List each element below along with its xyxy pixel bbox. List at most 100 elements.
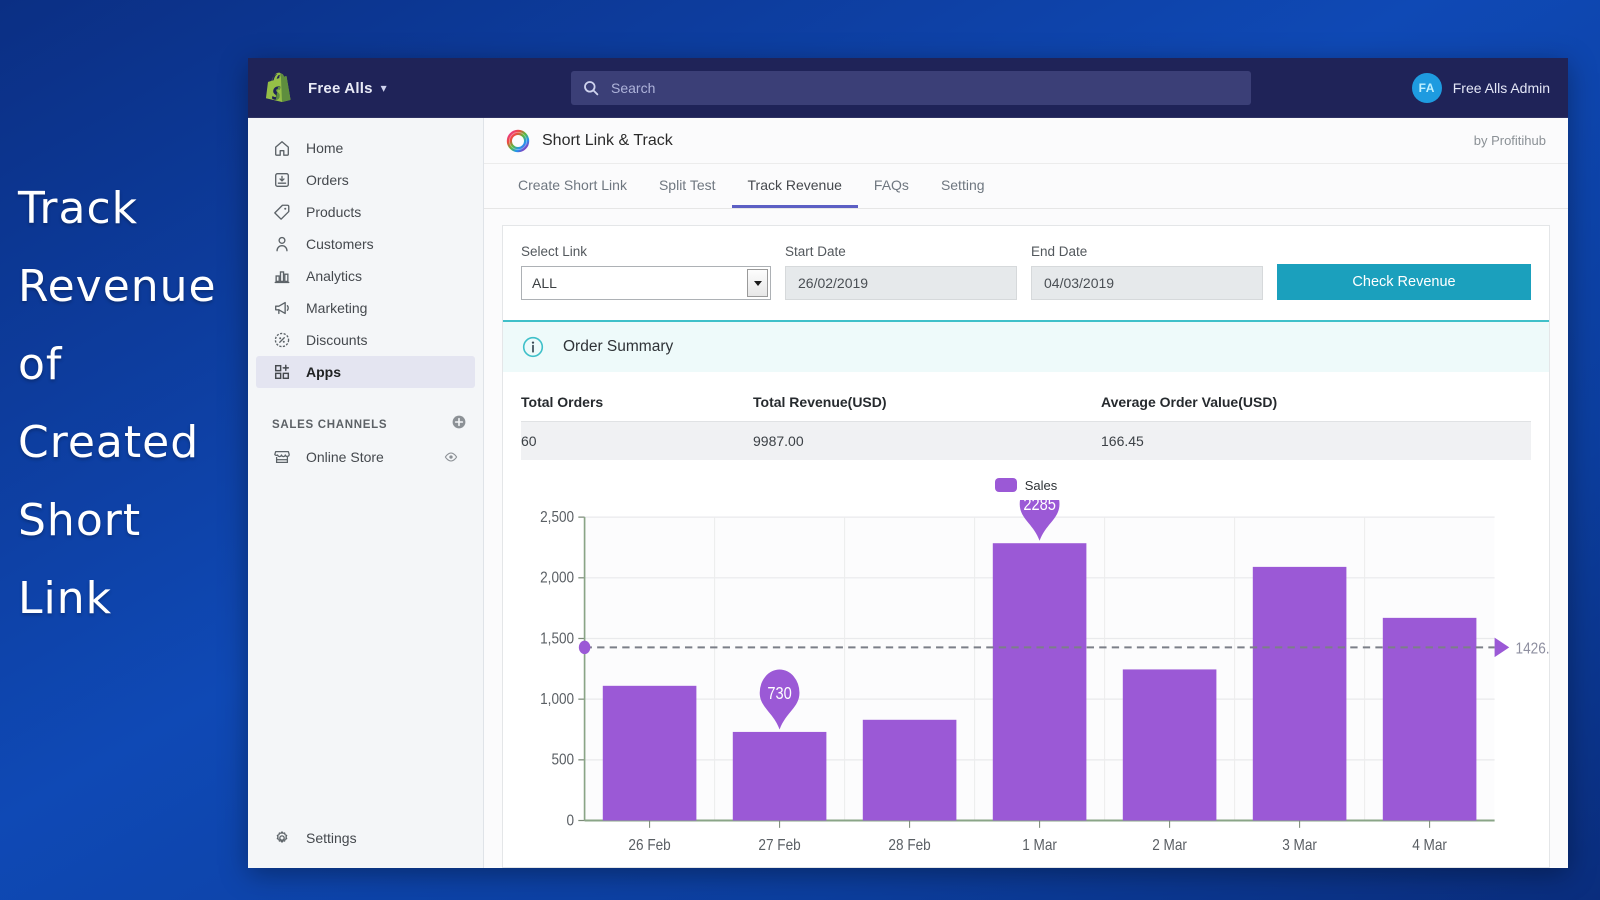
chart-legend: Sales bbox=[503, 470, 1549, 500]
search-input[interactable] bbox=[611, 80, 1239, 96]
end-date-field: End Date bbox=[1031, 244, 1263, 300]
table-cell-total-orders: 60 bbox=[521, 433, 537, 449]
end-date-input[interactable] bbox=[1031, 266, 1263, 300]
tab-split-test[interactable]: Split Test bbox=[643, 164, 732, 208]
sidebar-item-label: Apps bbox=[306, 364, 341, 380]
app-header: Short Link & Track by Profitihub bbox=[484, 118, 1568, 164]
app-window: Free Alls ▾ FA Free Alls Admin Home bbox=[248, 58, 1568, 868]
sidebar-item-marketing[interactable]: Marketing bbox=[256, 292, 475, 324]
store-name[interactable]: Free Alls bbox=[308, 80, 373, 97]
home-icon bbox=[272, 138, 292, 158]
main-content: Short Link & Track by Profitihub Create … bbox=[484, 118, 1568, 868]
table-header-row: Total Orders Total Revenue(USD) Average … bbox=[521, 386, 1531, 422]
search-icon bbox=[583, 80, 601, 96]
column-header: Average Order Value(USD) bbox=[1101, 394, 1278, 410]
promo-line: Short bbox=[18, 495, 142, 546]
svg-text:1,000: 1,000 bbox=[540, 691, 574, 708]
sidebar-item-label: Online Store bbox=[306, 449, 384, 465]
content-area: Select Link ALL Start Date 26/02/2019 En… bbox=[484, 209, 1568, 868]
tab-setting[interactable]: Setting bbox=[925, 164, 1001, 208]
order-summary-title: Order Summary bbox=[563, 338, 674, 355]
sidebar-item-apps[interactable]: Apps bbox=[256, 356, 475, 388]
window-body: Home Orders Products Customers Analytics… bbox=[248, 118, 1568, 868]
order-summary-banner: Order Summary bbox=[503, 320, 1549, 372]
promo-line: Link bbox=[18, 573, 113, 624]
track-revenue-card: Select Link ALL Start Date 26/02/2019 En… bbox=[502, 225, 1550, 868]
discount-icon bbox=[272, 330, 292, 350]
promo-panel: Track Revenue of Created Short Link bbox=[0, 0, 248, 900]
preview-eye-icon[interactable] bbox=[443, 449, 459, 465]
sidebar-item-label: Settings bbox=[306, 830, 357, 846]
sidebar-item-settings[interactable]: Settings bbox=[256, 822, 475, 854]
select-link-dropdown[interactable]: ALL bbox=[521, 266, 771, 300]
user-menu[interactable]: FA Free Alls Admin bbox=[1411, 73, 1550, 103]
table-cell-total-revenue: 9987.00 bbox=[753, 433, 804, 449]
tab-track-revenue[interactable]: Track Revenue bbox=[731, 164, 858, 208]
summary-table: Total Orders Total Revenue(USD) Average … bbox=[521, 386, 1531, 460]
tab-bar: Create Short Link Split Test Track Reven… bbox=[484, 164, 1568, 209]
check-revenue-button[interactable]: Check Revenue bbox=[1277, 264, 1531, 300]
select-link-label: Select Link bbox=[521, 244, 588, 259]
sidebar-item-discounts[interactable]: Discounts bbox=[256, 324, 475, 356]
sidebar-item-label: Marketing bbox=[306, 300, 368, 316]
svg-text:500: 500 bbox=[551, 752, 574, 769]
sidebar-item-products[interactable]: Products bbox=[256, 196, 475, 228]
shopify-logo-icon bbox=[266, 72, 296, 104]
svg-text:2,500: 2,500 bbox=[540, 509, 574, 526]
table-row: 60 9987.00 166.45 bbox=[521, 422, 1531, 460]
sidebar-item-label: Orders bbox=[306, 172, 349, 188]
svg-text:27 Feb: 27 Feb bbox=[758, 837, 800, 854]
customer-icon bbox=[272, 234, 292, 254]
user-name: Free Alls Admin bbox=[1452, 80, 1550, 96]
megaphone-icon bbox=[272, 298, 292, 318]
column-header: Total Revenue(USD) bbox=[753, 394, 887, 410]
page-title: Short Link & Track bbox=[542, 131, 673, 149]
svg-text:3 Mar: 3 Mar bbox=[1282, 837, 1317, 854]
svg-text:730: 730 bbox=[767, 685, 792, 703]
svg-text:0: 0 bbox=[567, 813, 575, 830]
sidebar-item-orders[interactable]: Orders bbox=[256, 164, 475, 196]
legend-swatch-sales bbox=[994, 478, 1017, 492]
sidebar-item-label: Products bbox=[306, 204, 362, 220]
sidebar-item-home[interactable]: Home bbox=[256, 132, 475, 164]
svg-text:2285: 2285 bbox=[1023, 500, 1056, 514]
sidebar-item-online-store[interactable]: Online Store bbox=[256, 441, 475, 473]
start-date-label: Start Date bbox=[785, 244, 846, 259]
tab-faqs[interactable]: FAQs bbox=[858, 164, 925, 208]
sidebar-item-label: Customers bbox=[306, 236, 374, 252]
top-bar: Free Alls ▾ FA Free Alls Admin bbox=[248, 58, 1568, 118]
svg-text:26 Feb: 26 Feb bbox=[628, 837, 670, 854]
orders-icon bbox=[272, 170, 292, 190]
filter-row: Select Link ALL Start Date 26/02/2019 En… bbox=[503, 226, 1549, 320]
tab-create-short-link[interactable]: Create Short Link bbox=[502, 164, 643, 208]
sidebar-item-analytics[interactable]: Analytics bbox=[256, 260, 475, 292]
store-icon bbox=[272, 447, 292, 467]
apps-icon bbox=[272, 362, 292, 382]
chart-plot-area: 0 500 1,000 1,500 2,000 2,500 26 Feb 27 Feb 28 F… bbox=[503, 500, 1549, 867]
promo-line: Revenue bbox=[18, 261, 217, 312]
svg-text:28 Feb: 28 Feb bbox=[888, 837, 930, 854]
svg-text:4 Mar: 4 Mar bbox=[1412, 837, 1447, 854]
bar-chart-icon bbox=[272, 266, 292, 286]
sidebar-item-label: Discounts bbox=[306, 332, 368, 348]
add-channel-icon[interactable] bbox=[451, 414, 467, 435]
sidebar-item-label: Analytics bbox=[306, 268, 363, 284]
promo-line: Created bbox=[18, 417, 200, 468]
avatar[interactable]: FA bbox=[1411, 73, 1442, 103]
start-date-field: Start Date bbox=[785, 244, 1017, 300]
chevron-down-icon[interactable]: ▾ bbox=[381, 82, 387, 94]
svg-text:1 Mar: 1 Mar bbox=[1022, 837, 1057, 854]
app-vendor-label: by Profitihub bbox=[1473, 133, 1546, 148]
svg-text:1426.71: 1426.71 bbox=[1516, 641, 1549, 658]
start-date-input[interactable] bbox=[785, 266, 1017, 300]
search-bar[interactable] bbox=[571, 71, 1251, 105]
svg-text:2,000: 2,000 bbox=[540, 570, 574, 587]
end-date-label: End Date bbox=[1031, 244, 1088, 259]
select-link-field: Select Link ALL bbox=[521, 244, 771, 300]
sidebar-item-customers[interactable]: Customers bbox=[256, 228, 475, 260]
column-header: Total Orders bbox=[521, 394, 604, 410]
info-icon bbox=[521, 335, 545, 359]
promo-line: Track bbox=[18, 183, 139, 234]
sidebar: Home Orders Products Customers Analytics… bbox=[248, 118, 484, 868]
gear-icon bbox=[272, 828, 292, 848]
